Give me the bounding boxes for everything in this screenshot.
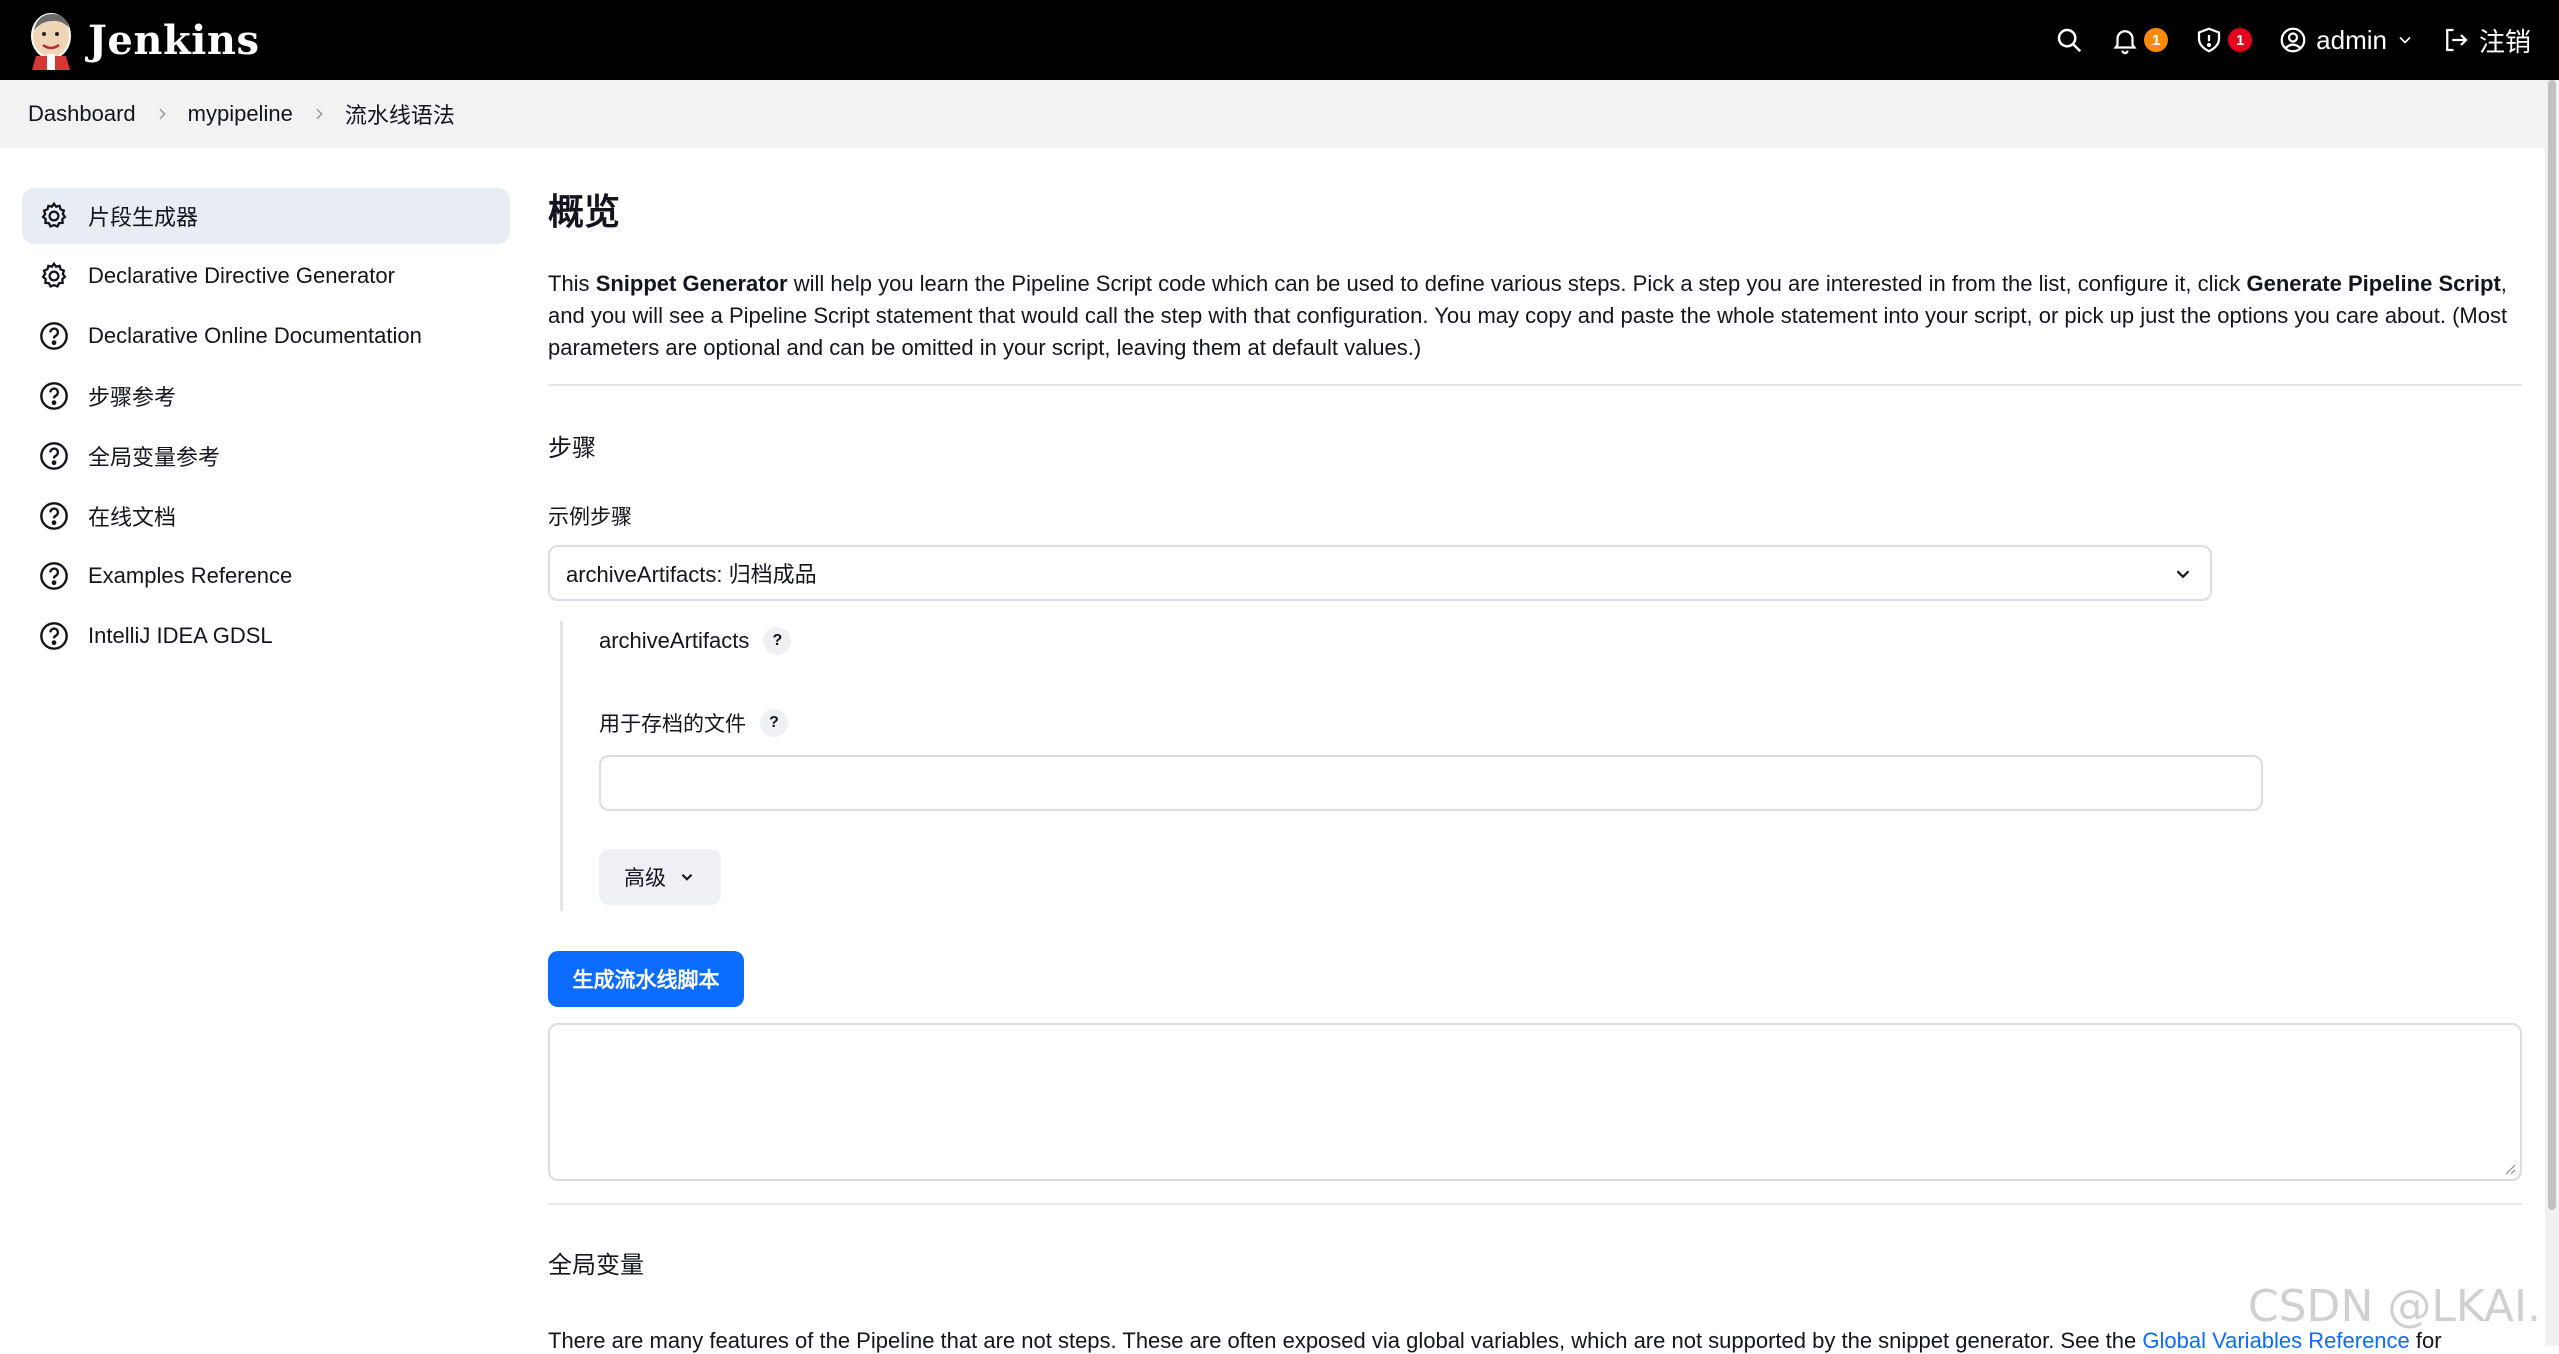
- sidebar-item-intellij-gdsl[interactable]: IntelliJ IDEA GDSL: [22, 608, 510, 664]
- brand-name: Jenkins: [88, 17, 259, 64]
- security-badge: 1: [2228, 28, 2252, 52]
- sidebar-item-label: IntelliJ IDEA GDSL: [88, 623, 273, 649]
- generate-pipeline-script-button[interactable]: 生成流水线脚本: [548, 951, 744, 1007]
- step-name: archiveArtifacts: [599, 628, 749, 654]
- shield-icon: [2194, 25, 2224, 55]
- help-icon[interactable]: ?: [760, 709, 788, 737]
- sidebar-item-online-docs[interactable]: 在线文档: [22, 488, 510, 544]
- advanced-label: 高级: [624, 862, 666, 892]
- intro-text: This Snippet Generator will help you lea…: [548, 268, 2522, 386]
- sidebar-item-label: Declarative Directive Generator: [88, 263, 395, 289]
- user-name: admin: [2316, 25, 2387, 56]
- files-label: 用于存档的文件: [599, 708, 746, 738]
- step-config-block: archiveArtifacts ? 用于存档的文件 ? 高级: [560, 621, 2522, 911]
- step-name-row: archiveArtifacts ?: [599, 621, 2522, 661]
- sidebar-item-examples-reference[interactable]: Examples Reference: [22, 548, 510, 604]
- search-icon: [2054, 25, 2084, 55]
- sidebar-item-label: Examples Reference: [88, 563, 292, 589]
- files-input[interactable]: [599, 755, 2263, 811]
- sidebar-item-label: Declarative Online Documentation: [88, 323, 422, 349]
- sidebar: 片段生成器 Declarative Directive Generator De…: [22, 188, 510, 668]
- sidebar-item-snippet-generator[interactable]: 片段生成器: [22, 188, 510, 244]
- sidebar-item-label: 片段生成器: [88, 200, 198, 232]
- page-scrollbar[interactable]: [2545, 80, 2559, 1346]
- page-title: 概览: [548, 188, 2522, 236]
- help-circle-icon: [38, 500, 70, 532]
- sample-step-value: archiveArtifacts: 归档成品: [566, 557, 817, 589]
- chevron-down-icon: [2395, 30, 2415, 50]
- sample-step-select[interactable]: archiveArtifacts: 归档成品: [548, 545, 2212, 601]
- steps-section-title: 步骤: [548, 428, 2522, 463]
- notification-badge: 1: [2144, 28, 2168, 52]
- logout-icon: [2441, 25, 2471, 55]
- top-header: Jenkins 1 1 admin: [0, 0, 2559, 80]
- sidebar-item-label: 步骤参考: [88, 380, 176, 412]
- chevron-down-icon: [678, 868, 696, 886]
- chevron-down-icon: [2172, 563, 2194, 585]
- jenkins-home-link[interactable]: Jenkins: [28, 10, 259, 70]
- chevron-right-icon: [154, 106, 170, 122]
- breadcrumb-mypipeline[interactable]: mypipeline: [188, 101, 293, 127]
- global-variables-text: There are many features of the Pipeline …: [548, 1328, 2522, 1354]
- sidebar-item-label: 全局变量参考: [88, 440, 220, 472]
- sidebar-item-online-documentation[interactable]: Declarative Online Documentation: [22, 308, 510, 364]
- help-circle-icon: [38, 560, 70, 592]
- gear-icon: [38, 260, 70, 292]
- scrollbar-thumb[interactable]: [2548, 80, 2556, 1210]
- sidebar-item-directive-generator[interactable]: Declarative Directive Generator: [22, 248, 510, 304]
- resize-grip-icon[interactable]: [2502, 1161, 2516, 1175]
- help-circle-icon: [38, 440, 70, 472]
- section-divider: [548, 1203, 2522, 1205]
- help-circle-icon: [38, 320, 70, 352]
- jenkins-logo-icon: [28, 10, 74, 70]
- sidebar-item-global-variables[interactable]: 全局变量参考: [22, 428, 510, 484]
- help-circle-icon: [38, 620, 70, 652]
- logout-button[interactable]: 注销: [2441, 22, 2531, 59]
- generated-script-output[interactable]: [548, 1023, 2522, 1181]
- user-menu[interactable]: admin: [2278, 25, 2415, 56]
- global-variables-title: 全局变量: [548, 1245, 2522, 1280]
- search-button[interactable]: [2054, 25, 2084, 55]
- notifications-button[interactable]: 1: [2110, 25, 2168, 55]
- help-circle-icon: [38, 380, 70, 412]
- chevron-right-icon: [311, 106, 327, 122]
- user-icon: [2278, 25, 2308, 55]
- gear-icon: [38, 200, 70, 232]
- sample-step-label: 示例步骤: [548, 501, 2522, 531]
- breadcrumb-dashboard[interactable]: Dashboard: [28, 101, 136, 127]
- files-label-row: 用于存档的文件 ?: [599, 703, 2522, 743]
- sidebar-item-step-reference[interactable]: 步骤参考: [22, 368, 510, 424]
- bell-icon: [2110, 25, 2140, 55]
- main-content: 概览 This Snippet Generator will help you …: [548, 188, 2522, 1354]
- breadcrumb: Dashboard mypipeline 流水线语法: [0, 80, 2545, 148]
- sidebar-item-label: 在线文档: [88, 500, 176, 532]
- watermark: CSDN @LKAI.: [2248, 1281, 2541, 1332]
- logout-label: 注销: [2479, 22, 2531, 59]
- help-icon[interactable]: ?: [763, 627, 791, 655]
- advanced-button[interactable]: 高级: [599, 849, 721, 905]
- header-actions: 1 1 admin 注销: [2054, 22, 2531, 59]
- security-button[interactable]: 1: [2194, 25, 2252, 55]
- breadcrumb-pipeline-syntax[interactable]: 流水线语法: [345, 98, 455, 130]
